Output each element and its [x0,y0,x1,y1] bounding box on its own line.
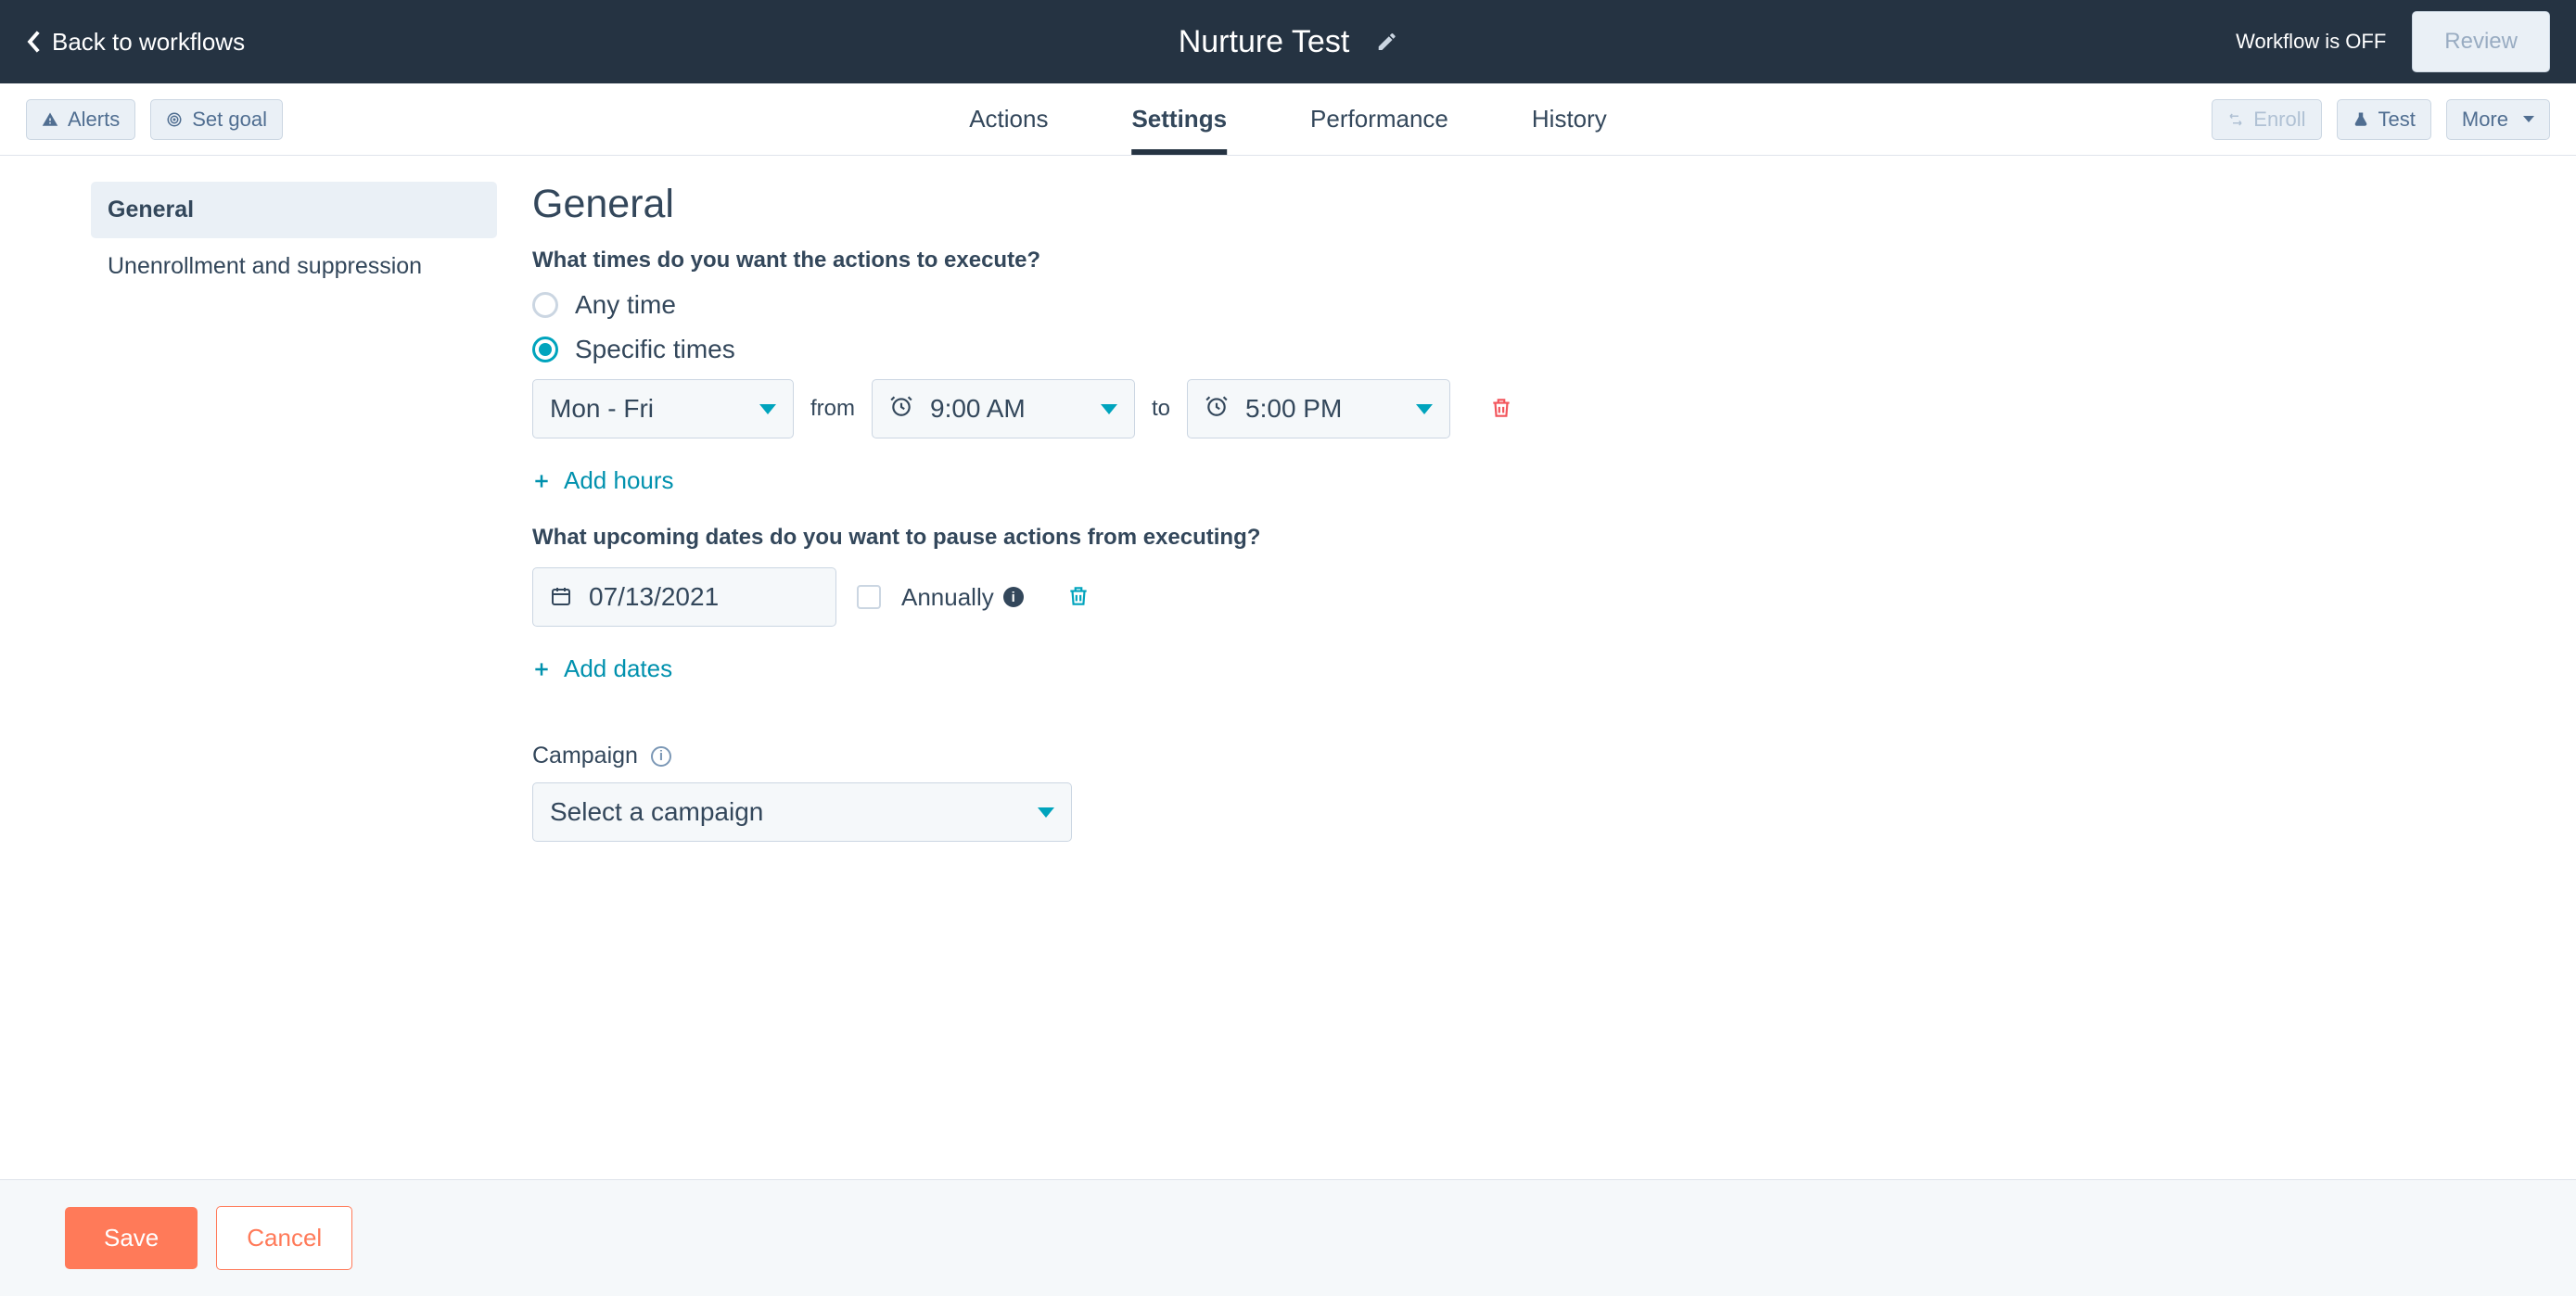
review-button[interactable]: Review [2412,11,2550,72]
workflow-status: Workflow is OFF [2236,30,2386,54]
annually-label-wrap: Annually i [901,583,1024,612]
toolbar-left: Alerts Set goal [26,99,283,140]
enroll-icon [2227,111,2244,128]
delete-time-row-button[interactable] [1489,394,1513,425]
settings-sidebar: General Unenrollment and suppression [91,182,497,842]
to-label: to [1152,396,1170,422]
start-time-select[interactable]: 9:00 AM [872,379,1135,438]
tab-performance[interactable]: Performance [1310,83,1448,155]
chevron-down-icon [1416,404,1433,414]
test-button[interactable]: Test [2337,99,2431,140]
radio-specific-times-label: Specific times [575,335,735,364]
pencil-icon[interactable] [1375,31,1397,53]
footer-bar: Save Cancel [0,1179,2576,1296]
plus-icon [532,660,551,679]
radio-any-time-row: Any time [532,290,1513,320]
flask-icon [2353,111,2369,128]
campaign-select[interactable]: Select a campaign [532,782,1072,842]
more-button[interactable]: More [2446,99,2550,140]
pause-dates-question: What upcoming dates do you want to pause… [532,525,1513,551]
info-icon[interactable]: i [1003,587,1024,607]
nav-tabs: Actions Settings Performance History [969,83,1607,155]
workflow-title-wrap: Nurture Test [1179,24,1398,60]
pause-date-input[interactable] [589,582,819,612]
start-time-value: 9:00 AM [930,394,1084,424]
toolbar-right: Enroll Test More [2212,99,2550,140]
plus-icon [532,472,551,490]
add-hours-label: Add hours [564,466,674,495]
end-time-select[interactable]: 5:00 PM [1187,379,1450,438]
save-button[interactable]: Save [65,1207,198,1269]
add-dates-label: Add dates [564,654,672,683]
app-header: Back to workflows Nurture Test Workflow … [0,0,2576,83]
alerts-button[interactable]: Alerts [26,99,135,140]
delete-date-row-button[interactable] [1066,582,1090,613]
tab-history[interactable]: History [1532,83,1607,155]
workflow-title: Nurture Test [1179,24,1350,60]
page-title: General [532,182,1513,227]
campaign-label: Campaign [532,743,638,769]
sidebar-item-unenrollment[interactable]: Unenrollment and suppression [91,238,497,295]
time-range-row: Mon - Fri from 9:00 AM to 5:00 PM [532,379,1513,438]
chevron-left-icon [26,30,41,54]
chevron-down-icon [1038,807,1054,818]
test-label: Test [2378,108,2416,132]
enroll-label: Enroll [2253,108,2305,132]
annually-checkbox[interactable] [857,585,881,609]
main: General Unenrollment and suppression Gen… [0,156,2576,842]
pause-date-row: Annually i [532,567,1513,627]
target-icon [166,111,183,128]
campaign-section: Campaign i Select a campaign [532,743,1513,842]
enroll-button[interactable]: Enroll [2212,99,2321,140]
chevron-down-icon [759,404,776,414]
campaign-label-row: Campaign i [532,743,1513,769]
sidebar-item-general[interactable]: General [91,182,497,238]
trash-icon [1489,394,1513,422]
alert-icon [42,111,58,128]
info-icon[interactable]: i [651,746,671,767]
add-dates-link[interactable]: Add dates [532,654,1513,683]
radio-any-time-label: Any time [575,290,676,320]
calendar-icon [550,585,572,610]
more-label: More [2462,108,2508,132]
tab-actions[interactable]: Actions [969,83,1048,155]
clock-icon [889,394,913,425]
back-to-workflows-link[interactable]: Back to workflows [26,28,245,57]
add-hours-link[interactable]: Add hours [532,466,1513,495]
days-value: Mon - Fri [550,394,743,424]
annually-label: Annually [901,583,994,612]
end-time-value: 5:00 PM [1245,394,1399,424]
from-label: from [810,396,855,422]
tab-settings[interactable]: Settings [1131,83,1227,155]
campaign-placeholder: Select a campaign [550,797,1021,827]
content: General What times do you want the actio… [532,182,1513,842]
execution-times-question: What times do you want the actions to ex… [532,248,1513,273]
set-goal-label: Set goal [192,108,267,132]
radio-any-time[interactable] [532,292,558,318]
trash-icon [1066,582,1090,610]
chevron-down-icon [2523,116,2534,122]
radio-specific-times[interactable] [532,337,558,362]
days-select[interactable]: Mon - Fri [532,379,794,438]
back-label: Back to workflows [52,28,245,57]
set-goal-button[interactable]: Set goal [150,99,283,140]
chevron-down-icon [1101,404,1117,414]
radio-specific-times-row: Specific times [532,335,1513,364]
cancel-button[interactable]: Cancel [216,1206,352,1270]
alerts-label: Alerts [68,108,120,132]
pause-date-input-wrap[interactable] [532,567,836,627]
header-right: Workflow is OFF Review [2236,11,2550,72]
clock-icon [1205,394,1229,425]
toolbar: Alerts Set goal Actions Settings Perform… [0,83,2576,156]
